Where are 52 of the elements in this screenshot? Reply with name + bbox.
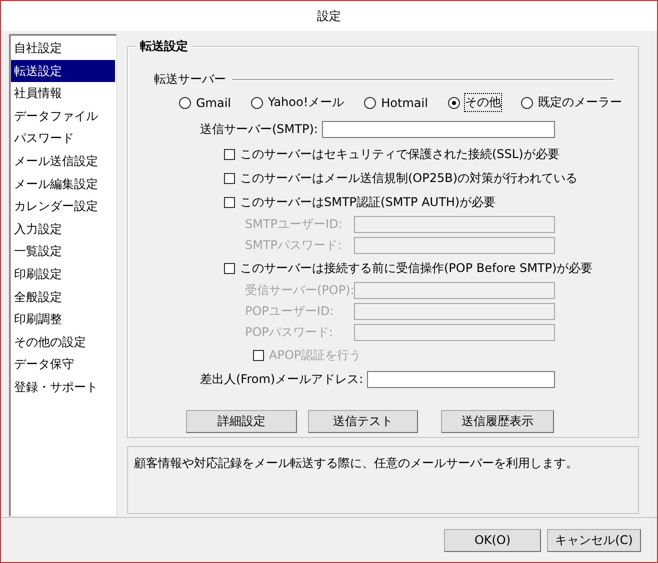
checkbox[interactable] xyxy=(224,262,235,274)
checkbox-label: APOP認証を行う xyxy=(269,346,362,364)
sidebar-item[interactable]: 一覧設定 xyxy=(11,240,115,263)
checkbox[interactable] xyxy=(224,148,235,160)
field-label: 差出人(From)メールアドレス: xyxy=(200,371,364,388)
field-label: SMTPパスワード: xyxy=(245,237,343,254)
sidebar-item[interactable]: メール編集設定 xyxy=(11,172,115,196)
sidebar-item[interactable]: 社員情報 xyxy=(11,82,115,105)
sidebar-item[interactable]: データファイル xyxy=(11,104,115,128)
cancel-button[interactable]: キャンセル(C) xyxy=(547,528,641,552)
radio-button[interactable] xyxy=(251,96,264,108)
sidebar-item[interactable]: 転送設定 xyxy=(11,60,115,82)
sidebar-item[interactable]: 自社設定 xyxy=(11,37,115,60)
action-button[interactable]: 詳細設定 xyxy=(186,410,297,433)
description-text: 顧客情報や対応記録をメール転送する際に、任意のメールサーバーを利用します。 xyxy=(127,446,639,514)
checkbox-label: このサーバーはSMTP認証(SMTP AUTH)が必要 xyxy=(240,194,496,210)
radio-button[interactable] xyxy=(520,96,533,108)
sidebar-item[interactable]: メール送信設定 xyxy=(11,150,115,173)
radio-label: Gmail xyxy=(196,96,232,110)
checkbox-label: このサーバーはセキュリティで保護された接続(SSL)が必要 xyxy=(240,146,560,162)
window-title: 設定 xyxy=(317,8,341,24)
sidebar-item[interactable]: 印刷設定 xyxy=(11,262,115,286)
radio-button[interactable] xyxy=(179,96,191,108)
action-button[interactable]: 送信履歴表示 xyxy=(441,410,554,433)
radio-label: Hotmail xyxy=(381,96,428,110)
sidebar-item[interactable]: パスワード xyxy=(11,127,115,150)
input-field[interactable] xyxy=(322,121,555,138)
field-label: 送信サーバー(SMTP): xyxy=(200,121,318,138)
input-field[interactable] xyxy=(367,371,555,388)
section-title: 転送設定 xyxy=(136,38,192,55)
sidebar-item[interactable]: 登録・サポート xyxy=(11,376,115,398)
radio-label: 既定のメーラー xyxy=(538,94,622,111)
sidebar-item[interactable]: 印刷調整 xyxy=(11,308,115,331)
action-button[interactable]: 送信テスト xyxy=(308,410,418,433)
sidebar-item[interactable]: 全般設定 xyxy=(11,286,115,308)
sidebar-item[interactable]: 入力設定 xyxy=(11,218,115,240)
checkbox-label: このサーバーはメール送信規制(OP25B)の対策が行われている xyxy=(240,170,578,186)
radio-button[interactable] xyxy=(364,96,376,108)
ok-button[interactable]: OK(O) xyxy=(444,528,541,552)
group-title: 転送サーバー xyxy=(154,71,226,88)
sidebar-item[interactable]: データ保守 xyxy=(11,353,115,376)
checkbox[interactable] xyxy=(224,172,235,184)
radio-label: Yahoo!メール xyxy=(268,94,344,111)
radio-button[interactable] xyxy=(448,96,460,108)
sidebar-item[interactable]: その他の設定 xyxy=(11,330,115,354)
sidebar-item[interactable]: カレンダー設定 xyxy=(11,195,115,218)
checkbox-label: このサーバーは接続する前に受信操作(POP Before SMTP)が必要 xyxy=(240,260,593,276)
field-label: POPパスワード: xyxy=(245,324,334,341)
field-label: POPユーザーID: xyxy=(245,303,335,320)
radio-label: その他 xyxy=(464,94,501,111)
field-label: SMTPユーザーID: xyxy=(245,216,344,233)
checkbox[interactable] xyxy=(224,196,235,208)
